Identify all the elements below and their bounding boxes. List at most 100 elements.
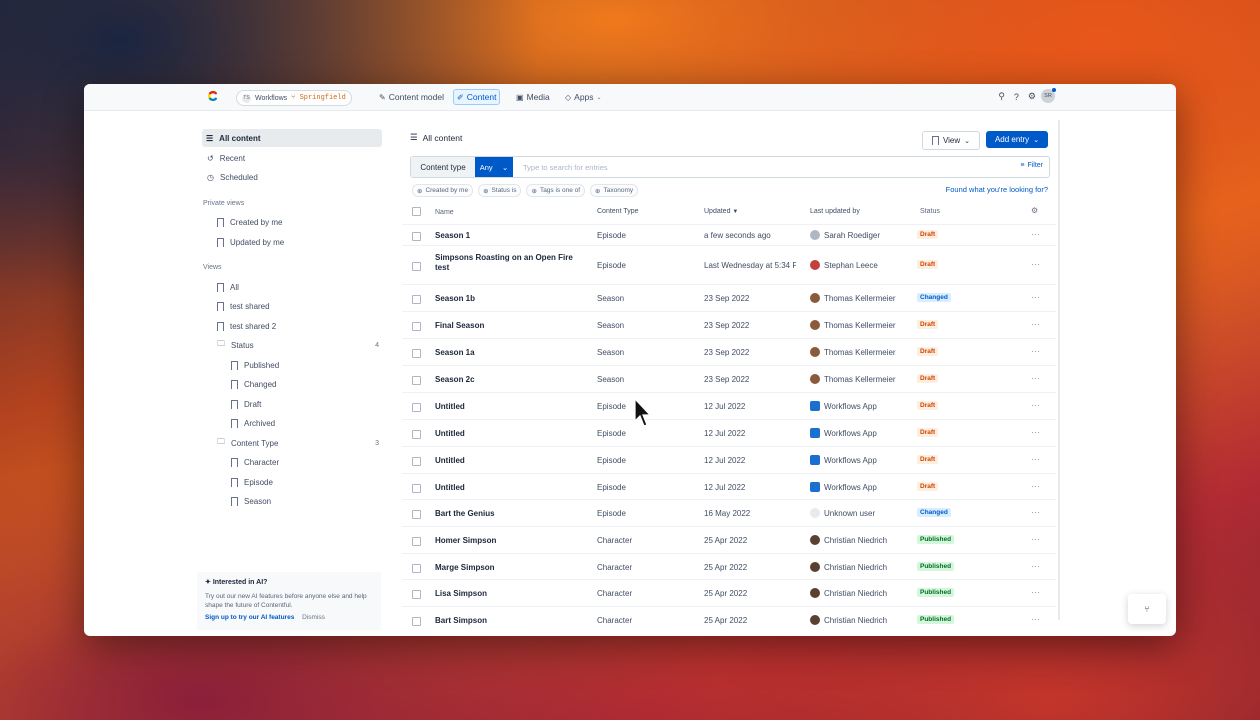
more-actions-icon[interactable]: ··· [1031, 508, 1041, 517]
table-row[interactable]: Lisa Simpson Character 25 Apr 2022 Christia… [402, 579, 1056, 607]
nav-apps[interactable]: ◇ Apps ⌄ [562, 90, 605, 104]
entry-name[interactable]: Homer Simpson [435, 536, 585, 546]
row-checkbox[interactable] [412, 430, 421, 439]
entry-name[interactable]: Season 1a [435, 348, 585, 358]
header-name[interactable]: Name [435, 208, 585, 218]
entry-name[interactable]: Bart the Genius [435, 509, 585, 519]
sidebar-item-changed[interactable]: Changed [227, 375, 276, 393]
sidebar-folder-status[interactable]: 🗀 Status 4 [213, 336, 387, 354]
entry-name[interactable]: Season 1b [435, 294, 585, 304]
table-row[interactable]: Season 2c Season 23 Sep 2022 Thomas Kellerm… [402, 365, 1056, 393]
sidebar-item-test-shared[interactable]: test shared [213, 297, 270, 315]
entry-name[interactable]: Untitled [435, 483, 585, 493]
entry-name[interactable]: Bart Simpson [435, 616, 585, 626]
sidebar-item-archived[interactable]: Archived [227, 414, 275, 432]
more-actions-icon[interactable]: ··· [1031, 374, 1041, 383]
sidebar-item-test-shared-2[interactable]: test shared 2 [213, 317, 276, 335]
table-row[interactable]: Homer Simpson Character 25 Apr 2022 Christi… [402, 526, 1056, 554]
search-icon[interactable]: ⚲ [998, 91, 1005, 102]
more-actions-icon[interactable]: ··· [1031, 482, 1041, 491]
row-checkbox[interactable] [412, 232, 421, 241]
table-row[interactable]: Final Season Season 23 Sep 2022 Thomas Kell… [402, 311, 1056, 339]
header-updated[interactable]: Updated ▼ [704, 208, 796, 215]
header-content-type[interactable]: Content Type [597, 208, 639, 215]
more-actions-icon[interactable]: ··· [1031, 455, 1041, 464]
table-row[interactable]: Untitled Episode 12 Jul 2022 Workflows App D… [402, 392, 1056, 420]
header-last-updated-by[interactable]: Last updated by [810, 208, 860, 215]
more-actions-icon[interactable]: ··· [1031, 588, 1041, 597]
chip-status[interactable]: ⊕ Status is [478, 184, 522, 197]
more-actions-icon[interactable]: ··· [1031, 320, 1041, 329]
ai-dismiss-button[interactable]: Dismiss [302, 614, 325, 621]
sidebar-item-episode[interactable]: Episode [227, 473, 273, 491]
sidebar-item-all[interactable]: All [213, 278, 239, 296]
row-checkbox[interactable] [412, 590, 421, 599]
chip-taxonomy[interactable]: ⊕ Taxonomy [590, 184, 639, 197]
row-checkbox[interactable] [412, 510, 421, 519]
row-checkbox[interactable] [412, 262, 421, 271]
table-row[interactable]: Season 1 Episode a few seconds ago Sarah Ro… [402, 224, 1056, 246]
sidebar-item-updated-by-me[interactable]: Updated by me [213, 233, 284, 251]
sidebar-item-scheduled[interactable]: ◷ Scheduled [203, 168, 258, 186]
table-row[interactable]: Untitled Episode 12 Jul 2022 Workflows App D… [402, 473, 1056, 501]
more-actions-icon[interactable]: ··· [1031, 562, 1041, 571]
more-actions-icon[interactable]: ··· [1031, 428, 1041, 437]
table-row[interactable]: Bart Simpson Character 25 Apr 2022 Christia… [402, 606, 1056, 634]
search-input[interactable]: Type to search for entries [523, 163, 608, 172]
more-actions-icon[interactable]: ··· [1031, 535, 1041, 544]
content-type-select[interactable]: Any ⌄ [475, 157, 513, 177]
sidebar-item-all-content[interactable]: ☰ All content [202, 129, 382, 147]
sidebar-item-created-by-me[interactable]: Created by me [213, 213, 282, 231]
table-row[interactable]: Season 1a Season 23 Sep 2022 Thomas Kellerm… [402, 338, 1056, 366]
add-entry-button[interactable]: Add entry ⌄ [986, 131, 1048, 148]
sidebar-item-recent[interactable]: ↺ Recent [203, 149, 245, 167]
row-checkbox[interactable] [412, 322, 421, 331]
row-checkbox[interactable] [412, 617, 421, 626]
sidebar-folder-content-type[interactable]: 🗀 Content Type 3 [213, 434, 387, 452]
column-settings-icon[interactable]: ⚙ [1031, 206, 1039, 215]
entry-name[interactable]: Untitled [435, 402, 585, 412]
more-actions-icon[interactable]: ··· [1031, 260, 1041, 269]
contentful-logo-icon[interactable] [206, 89, 220, 103]
ai-signup-link[interactable]: Sign up to try our AI features [205, 614, 294, 621]
sidebar-item-draft[interactable]: Draft [227, 395, 261, 413]
feedback-link[interactable]: Found what you're looking for? [946, 185, 1048, 194]
entry-name[interactable]: Untitled [435, 429, 585, 439]
more-actions-icon[interactable]: ··· [1031, 401, 1041, 410]
filter-button[interactable]: ≡ Filter [1020, 162, 1043, 169]
row-checkbox[interactable] [412, 537, 421, 546]
nav-content-model[interactable]: ✎ Content model [376, 90, 447, 104]
row-checkbox[interactable] [412, 376, 421, 385]
scrollbar[interactable] [1058, 120, 1060, 620]
row-checkbox[interactable] [412, 403, 421, 412]
table-row[interactable]: Bart the Genius Episode 16 May 2022 Unknown… [402, 499, 1056, 527]
row-checkbox[interactable] [412, 484, 421, 493]
header-status[interactable]: Status [917, 207, 943, 216]
more-actions-icon[interactable]: ··· [1031, 347, 1041, 356]
row-checkbox[interactable] [412, 564, 421, 573]
row-checkbox[interactable] [412, 457, 421, 466]
table-row[interactable]: Simpsons Roasting on an Open Fire test Ep… [402, 245, 1056, 285]
view-button[interactable]: View ⌄ [922, 131, 980, 150]
floating-action-button[interactable]: ⑂ [1128, 594, 1166, 624]
nav-content[interactable]: ✐ Content [453, 89, 501, 105]
sidebar-item-character[interactable]: Character [227, 453, 279, 471]
more-actions-icon[interactable]: ··· [1031, 615, 1041, 624]
entry-name[interactable]: Marge Simpson [435, 563, 585, 573]
sidebar-item-season[interactable]: Season [227, 492, 271, 510]
space-environment-selector[interactable]: TS Workflows ⑂ Springfield [236, 90, 352, 106]
more-actions-icon[interactable]: ··· [1031, 293, 1041, 302]
entry-name[interactable]: Season 2c [435, 375, 585, 385]
table-row[interactable]: Season 1b Season 23 Sep 2022 Thomas Kellerm… [402, 284, 1056, 312]
nav-media[interactable]: ▣ Media [513, 90, 553, 104]
row-checkbox[interactable] [412, 295, 421, 304]
table-row[interactable]: Marge Simpson Character 25 Apr 2022 Christi… [402, 553, 1056, 581]
table-row[interactable]: Untitled Episode 12 Jul 2022 Workflows App D… [402, 446, 1056, 474]
entry-name[interactable]: Final Season [435, 321, 585, 331]
table-row[interactable]: Untitled Episode 12 Jul 2022 Workflows App D… [402, 419, 1056, 447]
entry-name[interactable]: Untitled [435, 456, 585, 466]
more-actions-icon[interactable]: ··· [1031, 230, 1041, 239]
gear-icon[interactable]: ⚙ [1028, 91, 1036, 102]
sidebar-item-published[interactable]: Published [227, 356, 279, 374]
help-icon[interactable]: ? [1014, 92, 1019, 102]
